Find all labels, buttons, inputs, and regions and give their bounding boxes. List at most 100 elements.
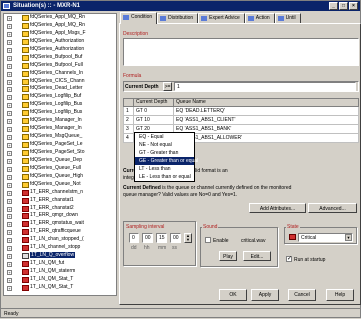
tree-expand-icon[interactable]: + <box>7 143 12 148</box>
state-select[interactable]: Critical ▼ <box>298 233 353 242</box>
tree-expand-icon[interactable]: + <box>7 127 12 133</box>
tree-expand-icon[interactable]: + <box>7 174 12 180</box>
tree-expand-icon[interactable]: + <box>7 150 12 156</box>
tree-item[interactable]: + fdQSeries_Bufpool_Full <box>4 62 116 70</box>
formula-operator[interactable]: >= <box>163 82 172 91</box>
tree-expand-icon[interactable]: + <box>7 206 12 212</box>
tree-item[interactable]: + fdQSeries_Appl_MQ_Rn <box>4 22 116 30</box>
tab-action[interactable]: Action <box>244 13 275 23</box>
run-at-startup-checkbox[interactable] <box>286 255 292 262</box>
tree-expand-icon[interactable]: + <box>7 190 12 196</box>
column-header-current-depth[interactable]: Current Depth <box>133 98 174 107</box>
table-row[interactable]: 1 GT 0 EQ 'DEAD.LETTERQ' <box>123 106 359 116</box>
tree-expand-icon[interactable]: + <box>7 63 12 69</box>
tree-item[interactable]: +1T_ERR_chanstat2 <box>4 205 116 213</box>
tree-expand-icon[interactable]: + <box>7 262 12 268</box>
tree-expand-icon[interactable]: + <box>7 158 12 164</box>
queue-name-cell[interactable]: EQ 'DEAD.LETTERQ' <box>173 106 359 116</box>
tree-expand-icon[interactable]: + <box>7 254 12 260</box>
sampling-seconds-field[interactable]: 00 <box>170 233 181 243</box>
operator-option[interactable]: LT - Less than <box>135 165 194 173</box>
apply-button[interactable]: Apply <box>251 289 279 301</box>
cancel-button[interactable]: Cancel <box>288 289 316 301</box>
sound-enable-checkbox[interactable] <box>205 237 211 243</box>
tree-item[interactable]: +1T_LN_QM_fut <box>4 260 116 268</box>
tree-item[interactable]: + fdQSeries_Bufpool_Buf <box>4 54 116 62</box>
tree-expand-icon[interactable]: + <box>7 277 12 283</box>
table-row[interactable]: 2 GT 10 EQ 'ASS1_ABS1_CLIENT' <box>123 115 359 125</box>
tree-item[interactable]: + fdQSeries_Manager_In <box>4 117 116 125</box>
tree-item[interactable]: + fdQSeries_Logfilip_Bus <box>4 109 116 117</box>
minimize-button[interactable]: _ <box>329 2 338 10</box>
tree-expand-icon[interactable]: + <box>7 214 12 220</box>
tree-expand-icon[interactable]: + <box>7 71 12 77</box>
tree-item[interactable]: + fdQSeries_Queue_Full <box>4 165 116 173</box>
tree-item[interactable]: + fdQSeries_Queue_High <box>4 173 116 181</box>
tree-item[interactable]: +1T_LN_QM_Stat_T <box>4 276 116 284</box>
tree-expand-icon[interactable]: + <box>7 95 12 101</box>
tree-item[interactable]: + fdQSeries_CICS_Chann <box>4 78 116 86</box>
tree-expand-icon[interactable]: + <box>7 166 12 172</box>
tree-expand-icon[interactable]: + <box>7 222 12 228</box>
help-button[interactable]: Help <box>326 289 354 301</box>
tree-item[interactable]: + fdQSeries_Channels_In <box>4 70 116 78</box>
tree-item[interactable]: + fdQSeries_Logfilip_Bus <box>4 101 116 109</box>
sampling-hours-field[interactable]: 00 <box>142 233 153 243</box>
tree-item[interactable]: +1T_ERR_qmstatus_wait <box>4 220 116 228</box>
add-attributes-button[interactable]: Add Attributes... <box>249 203 306 213</box>
operator-option[interactable]: LE - Less than or equal <box>135 173 194 181</box>
tab-condition[interactable]: Condition <box>120 12 158 24</box>
tree-item[interactable]: +1T_ERR_qmgr_down <box>4 212 116 220</box>
tree-expand-icon[interactable]: + <box>7 230 12 236</box>
tree-expand-icon[interactable]: + <box>7 23 12 29</box>
tree-expand-icon[interactable]: + <box>7 246 12 252</box>
tree-item[interactable]: + fdQSeries_Appl_MQ_Rn <box>4 14 116 22</box>
operator-option[interactable]: EQ - Equal <box>135 133 194 141</box>
sound-edit-button[interactable]: Edit... <box>243 251 271 261</box>
tree-item[interactable]: + fdQSeries_Queue_Not <box>4 181 116 189</box>
tree-expand-icon[interactable]: + <box>7 285 12 291</box>
situation-tree[interactable]: + fdQSeries_Appl_MQ_Rn + fdQSeries_Appl_MQ_… <box>3 13 117 296</box>
tree-item[interactable]: + fdQSeries_Manager_In <box>4 125 116 133</box>
tree-expand-icon[interactable]: + <box>7 182 12 188</box>
tree-item[interactable]: +1T_LN_channel_stopp <box>4 244 116 252</box>
maximize-button[interactable]: □ <box>339 2 348 10</box>
state-dropdown-arrow-icon[interactable]: ▼ <box>345 234 352 241</box>
tree-item[interactable]: +1T_LN_QM_Stat_T <box>4 284 116 292</box>
tab-expert-advice[interactable]: Expert Advice <box>198 13 245 23</box>
tree-item[interactable]: + fdQSeries_Authorization <box>4 38 116 46</box>
tree-item[interactable]: + fdQSeries_Authorization <box>4 46 116 54</box>
description-field[interactable] <box>123 38 359 66</box>
operator-option[interactable]: NE - Not equal <box>135 141 194 149</box>
tree-expand-icon[interactable]: + <box>7 111 12 117</box>
tree-item[interactable]: + fdQSeries_PageSet_Sto <box>4 149 116 157</box>
ok-button[interactable]: OK <box>219 289 247 301</box>
close-button[interactable]: × <box>349 2 358 10</box>
tree-expand-icon[interactable]: + <box>7 103 12 109</box>
tree-expand-icon[interactable]: + <box>7 119 12 125</box>
tree-item[interactable]: +1T_LN_QM_staterm <box>4 268 116 276</box>
tree-item[interactable]: + fdQSeries_Dead_Letter <box>4 85 116 93</box>
tree-expand-icon[interactable]: + <box>7 31 12 37</box>
current-depth-cell[interactable]: GT 10 <box>133 115 174 125</box>
queue-name-cell[interactable]: EQ 'ASS1_ABS1_CLIENT' <box>173 115 359 125</box>
tree-expand-icon[interactable]: + <box>7 79 12 85</box>
tree-expand-icon[interactable]: + <box>7 238 12 244</box>
tree-item[interactable]: +1T_ERR_chanstat1 <box>4 197 116 205</box>
tree-expand-icon[interactable]: + <box>7 198 12 204</box>
tree-item[interactable]: + fdQSeries_Appl_Msgs_F <box>4 30 116 38</box>
tree-expand-icon[interactable]: + <box>7 135 12 141</box>
tree-expand-icon[interactable]: + <box>7 47 12 53</box>
formula-value-input[interactable]: 1 <box>174 82 356 91</box>
tree-item[interactable]: +1T_ERR_channelstm_n <box>4 189 116 197</box>
tree-expand-icon[interactable]: + <box>7 16 12 21</box>
tab-distribution[interactable]: Distribution <box>157 13 199 23</box>
tree-item[interactable]: + fdQSeries_MsgQueue_ <box>4 133 116 141</box>
sound-play-button[interactable]: Play <box>219 251 237 261</box>
queue-name-cell[interactable]: EQ 'ASS1_ABS1_BANK' <box>173 124 359 134</box>
tree-expand-icon[interactable]: + <box>7 55 12 61</box>
operator-option[interactable]: GE - Greater than or equal <box>135 157 198 165</box>
tree-item[interactable]: + fdQSeries_Logfilip_Buf <box>4 93 116 101</box>
tree-item[interactable]: + fdQSeries_PageSet_Le <box>4 141 116 149</box>
formula-attribute[interactable]: Current Depth <box>125 84 159 90</box>
